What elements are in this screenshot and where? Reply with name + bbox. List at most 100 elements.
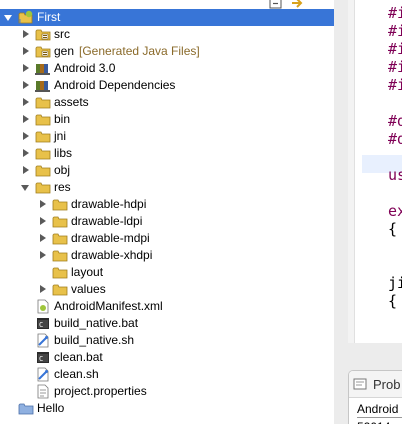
- tree-item-label: AndroidManifest.xml: [54, 299, 163, 313]
- tree-item[interactable]: project.properties: [0, 383, 334, 400]
- tree-item[interactable]: values: [0, 281, 334, 298]
- problems-icon: [353, 378, 367, 390]
- tree-item-decoration: [Generated Java Files]: [79, 44, 200, 58]
- code-editor[interactable]: #i #i #i #i #i #d #d us ex{ji{: [348, 0, 402, 343]
- expand-arrow-icon[interactable]: [40, 217, 46, 225]
- problems-tab-label: Prob: [373, 377, 401, 392]
- tree-item[interactable]: AndroidManifest.xml: [0, 298, 334, 315]
- folder-icon: [35, 165, 51, 177]
- tree-item[interactable]: bin: [0, 111, 334, 128]
- tree-item-label: obj: [54, 163, 71, 177]
- expand-arrow-icon[interactable]: [40, 234, 46, 242]
- tree-item[interactable]: gen [Generated Java Files]: [0, 43, 334, 60]
- sh-file-icon: [37, 367, 49, 382]
- tree-item[interactable]: clean.sh: [0, 366, 334, 383]
- problems-row[interactable]: 52014: [357, 420, 390, 424]
- expand-arrow-icon[interactable]: [40, 251, 46, 259]
- tree-item-label: project.properties: [54, 384, 147, 398]
- tree-item[interactable]: res: [0, 179, 334, 196]
- problems-view: Prob Android 52014: [348, 370, 402, 424]
- code-line: #i: [388, 76, 402, 94]
- tree-item-label: res: [54, 180, 71, 194]
- tree-item[interactable]: build_native.sh: [0, 332, 334, 349]
- editor-ruler: [348, 0, 355, 343]
- tree-item-label: drawable-xhdpi: [71, 248, 153, 262]
- source-folder-icon: [35, 29, 51, 41]
- folder-icon: [35, 97, 51, 109]
- expand-arrow-icon[interactable]: [40, 200, 46, 208]
- folder-icon: [35, 182, 51, 194]
- expand-arrow-icon[interactable]: [23, 64, 29, 72]
- tab-problems[interactable]: Prob: [349, 371, 402, 398]
- sh-file-icon: [37, 333, 49, 348]
- bat-file-icon: C: [37, 352, 49, 363]
- folder-icon: [35, 114, 51, 126]
- tree-item[interactable]: drawable-xhdpi: [0, 247, 334, 264]
- code-line: {: [388, 292, 398, 310]
- library-icon: [35, 81, 50, 92]
- code-line: #d: [388, 130, 402, 148]
- expand-arrow-icon[interactable]: [23, 47, 29, 55]
- code-line: us: [388, 166, 402, 184]
- tree-item[interactable]: assets: [0, 94, 334, 111]
- collapse-arrow-icon[interactable]: [4, 15, 12, 21]
- tree-item[interactable]: libs: [0, 145, 334, 162]
- tree-item-label: Android 3.0: [54, 61, 116, 75]
- expand-arrow-icon[interactable]: [23, 132, 29, 140]
- problems-column-header[interactable]: Android: [357, 402, 398, 416]
- package-explorer: J First src gen [Generated Java Files] Androi…: [0, 0, 334, 424]
- expand-arrow-icon[interactable]: [23, 115, 29, 123]
- tree-item-label: Hello: [37, 401, 65, 415]
- expand-arrow-icon[interactable]: [40, 285, 46, 293]
- code-line: #i: [388, 40, 402, 58]
- folder-icon: [35, 148, 51, 160]
- code-line: #i: [388, 58, 402, 76]
- code-line: ji: [388, 274, 402, 292]
- svg-text:C: C: [39, 321, 43, 329]
- tree-item-label: layout: [71, 265, 104, 279]
- tree-item[interactable]: drawable-hdpi: [0, 196, 334, 213]
- tree-item-label: values: [71, 282, 106, 296]
- tree-item[interactable]: Cbuild_native.bat: [0, 315, 334, 332]
- tree-item[interactable]: drawable-mdpi: [0, 230, 334, 247]
- expand-arrow-icon[interactable]: [23, 98, 29, 106]
- expand-arrow-icon[interactable]: [23, 81, 29, 89]
- tree-item-label: drawable-mdpi: [71, 231, 150, 245]
- tree-item[interactable]: Hello: [0, 400, 334, 417]
- tree-item-label: drawable-ldpi: [71, 214, 143, 228]
- column-underline: [357, 417, 402, 418]
- expand-arrow-icon[interactable]: [23, 166, 29, 174]
- tree-item[interactable]: J First: [0, 9, 334, 26]
- collapse-arrow-icon[interactable]: [21, 185, 29, 191]
- code-line: #i: [388, 4, 402, 22]
- expand-arrow-icon[interactable]: [23, 149, 29, 157]
- tree-item-label: jni: [54, 129, 67, 143]
- tree-item[interactable]: src: [0, 26, 334, 43]
- code-line: {: [388, 220, 398, 238]
- folder-icon: [35, 131, 51, 143]
- code-line: #i: [388, 22, 402, 40]
- android-project-icon: J: [18, 10, 33, 25]
- tree-item[interactable]: Android Dependencies: [0, 77, 334, 94]
- bat-file-icon: C: [37, 318, 49, 329]
- expand-arrow-icon[interactable]: [23, 30, 29, 38]
- tree-item[interactable]: obj: [0, 162, 334, 179]
- tree-item-label: First: [37, 10, 61, 24]
- tree-item-label: build_native.bat: [54, 316, 139, 330]
- closed-project-icon: [18, 403, 34, 415]
- tree-item[interactable]: drawable-ldpi: [0, 213, 334, 230]
- tree-item-label: Android Dependencies: [54, 78, 176, 92]
- xml-file-icon: [37, 299, 49, 314]
- code-line: #d: [388, 112, 402, 130]
- folder-icon: [52, 199, 68, 211]
- tree-item[interactable]: jni: [0, 128, 334, 145]
- collapse-all-icon[interactable]: [269, 0, 283, 9]
- tree-item[interactable]: Android 3.0: [0, 60, 334, 77]
- tree-item[interactable]: layout: [0, 264, 334, 281]
- svg-text:J: J: [18, 18, 21, 25]
- tree-item-label: libs: [54, 146, 73, 160]
- tree-item[interactable]: Cclean.bat: [0, 349, 334, 366]
- folder-icon: [52, 233, 68, 245]
- link-with-editor-icon[interactable]: [291, 0, 305, 9]
- tree-item-label: drawable-hdpi: [71, 197, 147, 211]
